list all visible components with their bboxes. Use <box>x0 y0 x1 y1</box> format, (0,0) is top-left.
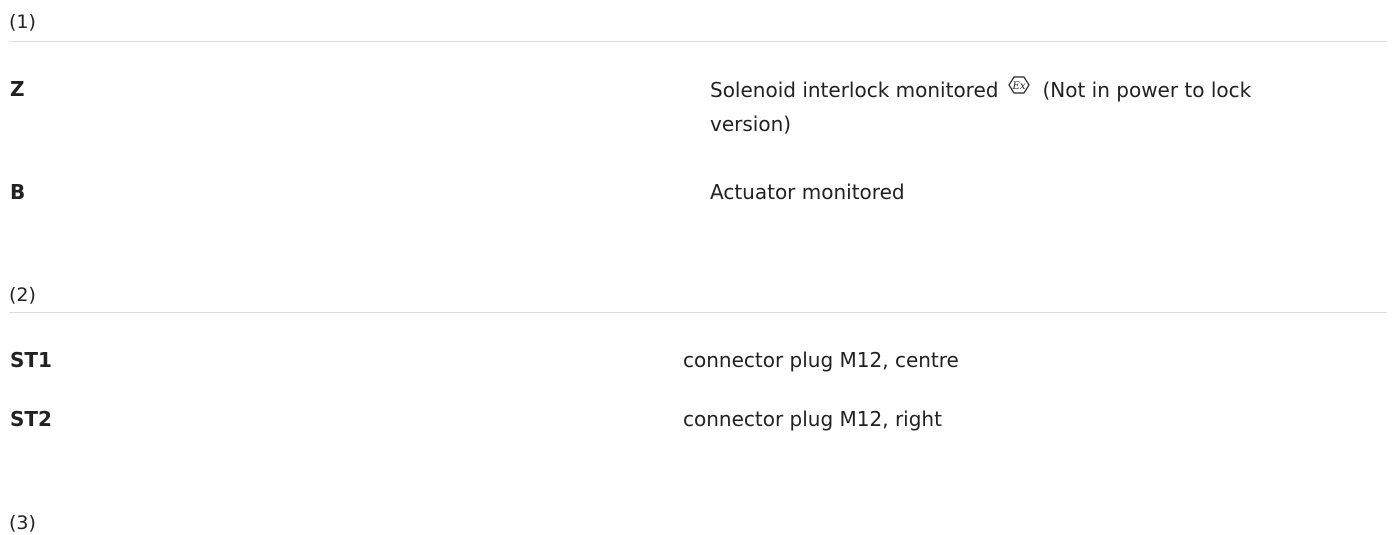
row-value: Actuator monitored <box>710 180 905 204</box>
divider <box>9 41 1387 42</box>
section-label: (1) <box>9 11 36 33</box>
row-key: ST1 <box>10 348 52 372</box>
row-value: connector plug M12, centre <box>683 348 959 372</box>
row-key: ST2 <box>10 407 52 431</box>
row-key: Z <box>10 77 25 101</box>
row-value: connector plug M12, right <box>683 407 942 431</box>
section-label: (2) <box>9 284 36 306</box>
row-value: Solenoid interlock monitored Ex (Not in … <box>710 74 1400 141</box>
ex-explosion-protection-icon: Ex <box>1008 72 1031 105</box>
row-key: B <box>10 180 26 204</box>
section-label: (3) <box>9 512 36 534</box>
row-value-suffix-line2: version) <box>710 112 792 136</box>
divider <box>9 312 1387 313</box>
row-value-text: Solenoid interlock monitored <box>710 78 999 102</box>
svg-text:Ex: Ex <box>1012 81 1026 92</box>
row-value-suffix: (Not in power to lock <box>1042 78 1252 102</box>
